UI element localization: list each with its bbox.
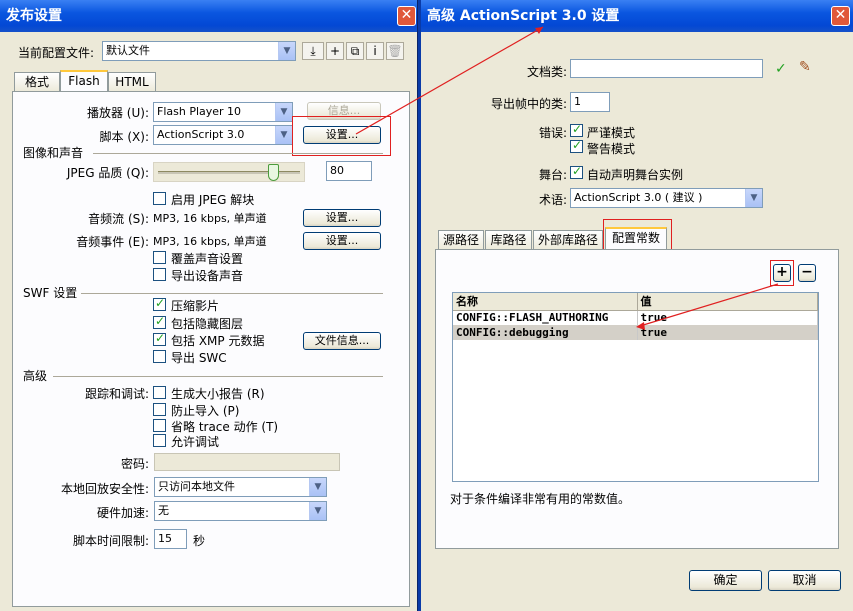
arrow-line [355,26,544,135]
annotation-arrows [355,26,779,330]
arrow-head [636,322,645,330]
arrow-line [639,283,779,327]
